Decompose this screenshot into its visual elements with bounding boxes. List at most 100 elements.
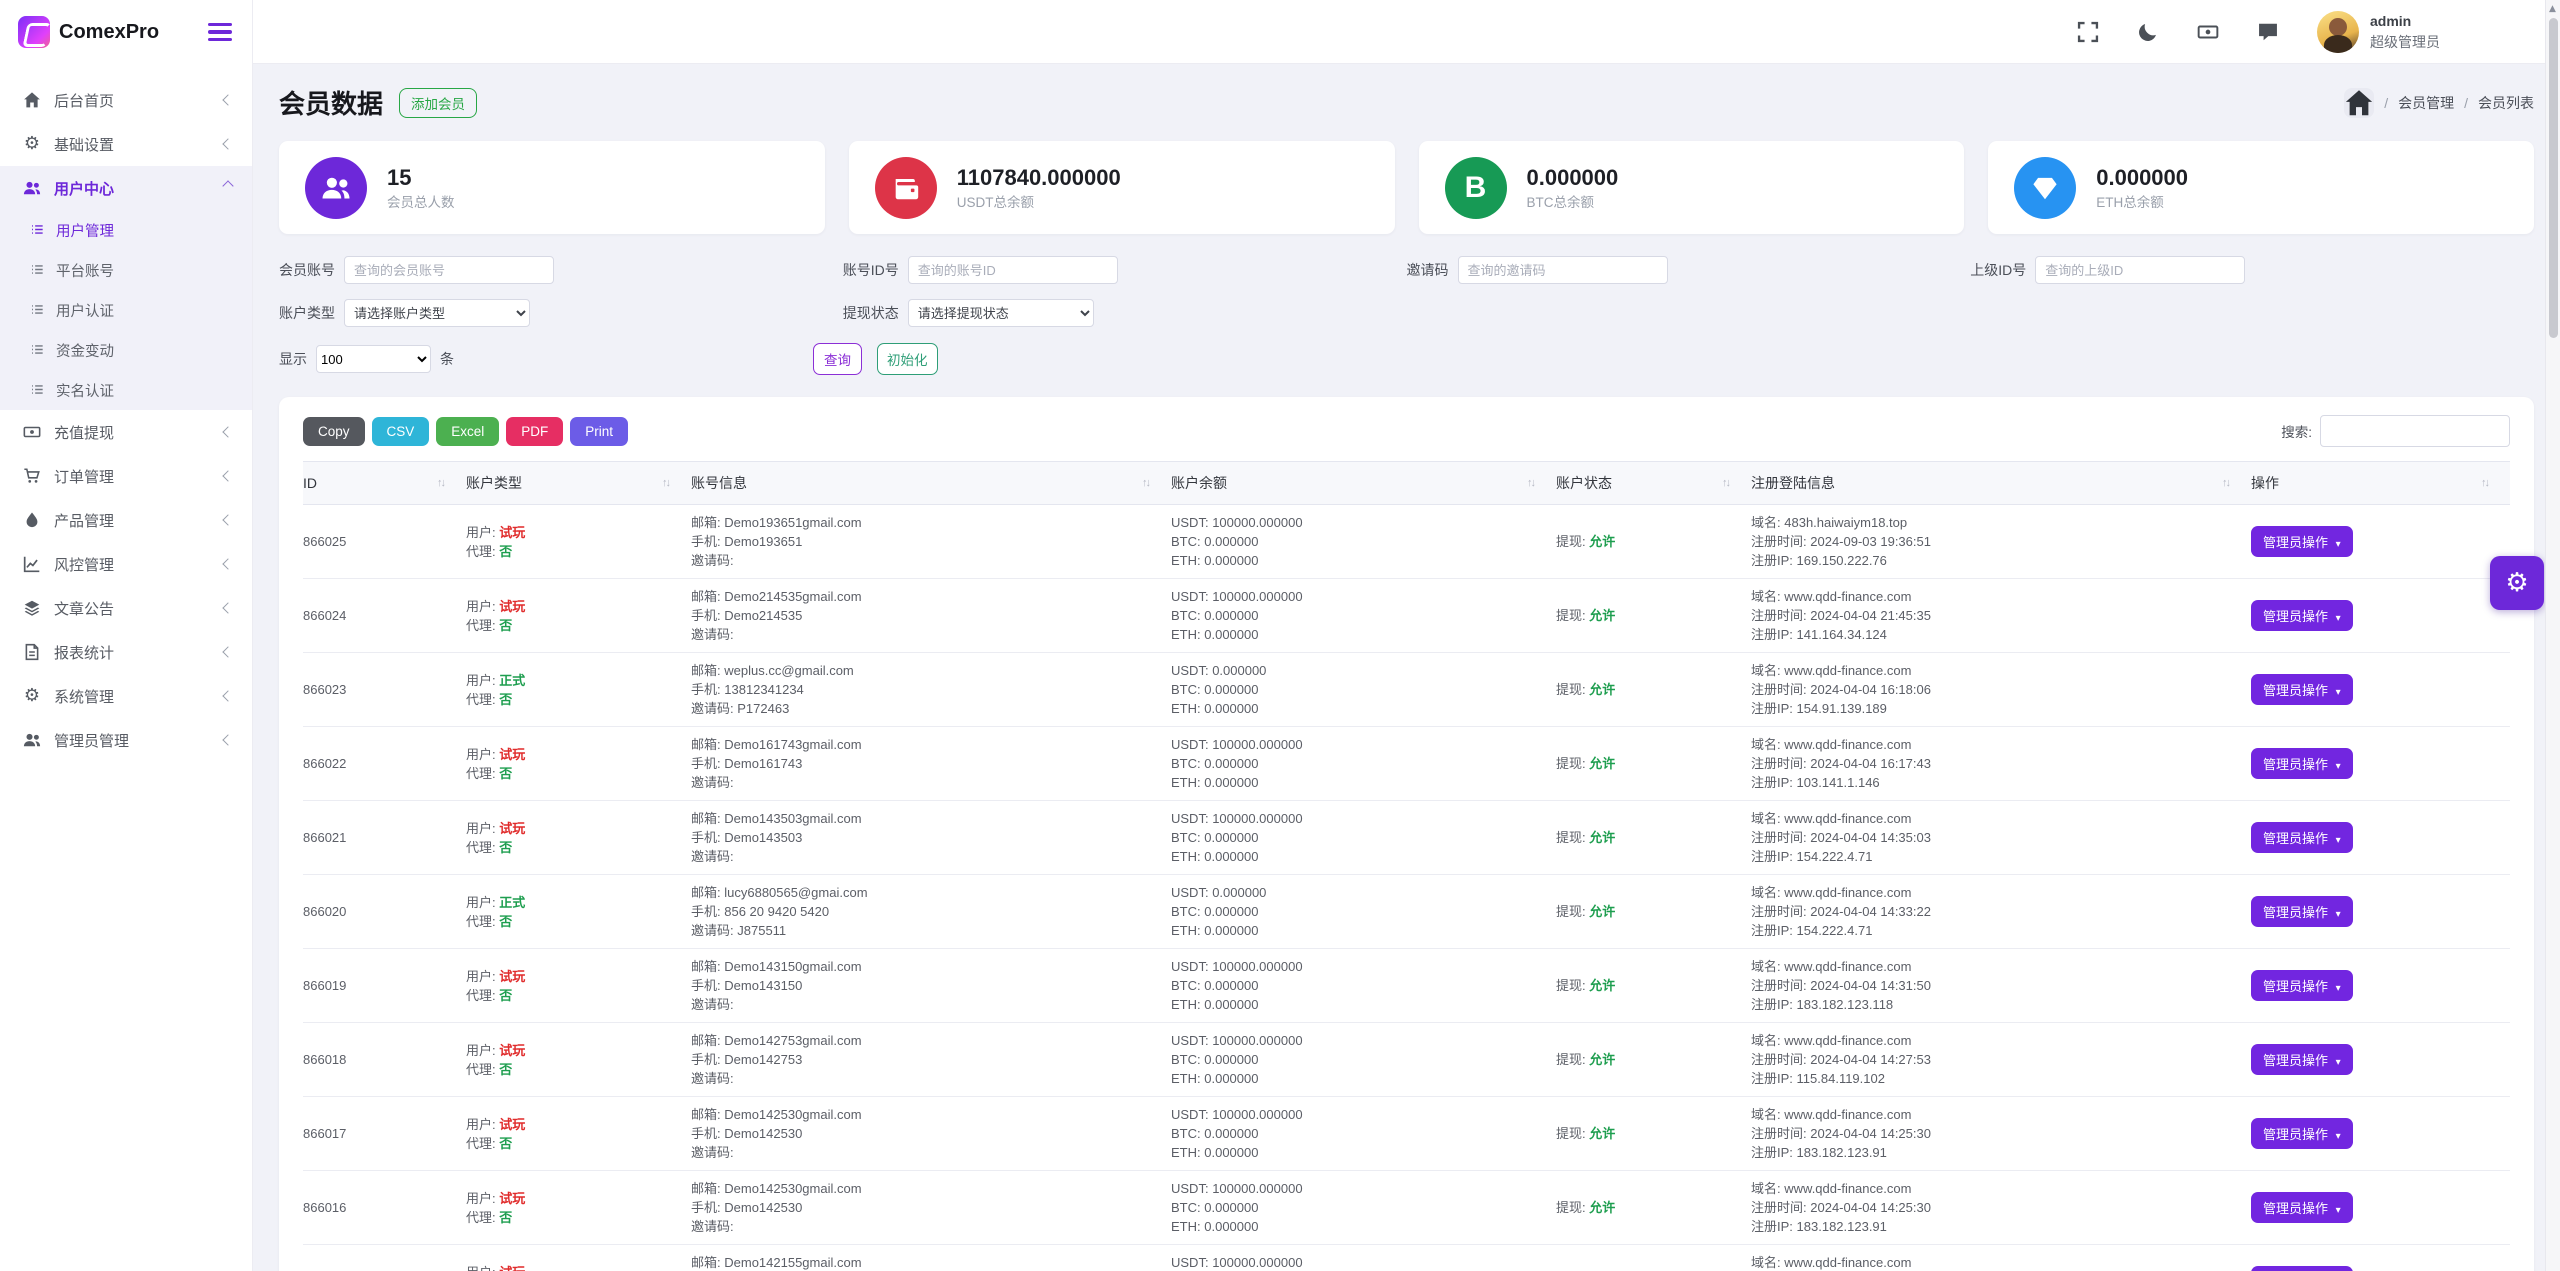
sort-icon[interactable]: ↑↓: [2481, 477, 2490, 489]
sidebar-subitem-平台账号[interactable]: 平台账号: [0, 250, 252, 290]
cell-id: 866022: [303, 756, 347, 771]
sort-icon[interactable]: ↑↓: [437, 477, 446, 489]
cell-status: 提现: 允许: [1556, 1052, 1616, 1067]
sidebar-item-风控管理[interactable]: 风控管理: [0, 542, 252, 586]
sidebar-item-管理员管理[interactable]: 管理员管理: [0, 718, 252, 762]
users-icon: [22, 730, 42, 750]
reset-button[interactable]: 初始化: [877, 343, 938, 375]
sidebar-item-用户中心[interactable]: 用户中心: [0, 166, 252, 210]
column-header-账户状态[interactable]: 账户状态 ↑↓: [1556, 473, 1751, 493]
cell-account-type: 用户: 试玩 代理: 否: [466, 746, 526, 781]
admin-actions-button[interactable]: 管理员操作 ▾: [2251, 1044, 2353, 1075]
export-csv-button[interactable]: CSV: [371, 416, 430, 446]
stat-cards: 15 会员总人数 1107840.000000 USDT总余额 B 0.0000…: [279, 141, 2534, 234]
table-header: ID ↑↓ 账户类型 ↑↓ 账号信息 ↑↓ 账户余额 ↑↓ 账户状态 ↑↓ 注册登陆信息 ↑↓ 操作 ↑↓: [303, 461, 2510, 505]
sidebar: ComexPro 后台首页 ⚙ 基础设置 用户中心 用户管理 平台账号 用户认证 资金变动 实名…: [0, 0, 253, 1271]
sort-icon[interactable]: ↑↓: [1142, 477, 1151, 489]
query-button[interactable]: 查询: [813, 343, 862, 375]
cell-status: 提现: 允许: [1556, 904, 1616, 919]
sidebar-item-后台首页[interactable]: 后台首页: [0, 78, 252, 122]
column-header-账户余额[interactable]: 账户余额 ↑↓: [1171, 473, 1556, 493]
chevron-left-icon: [222, 558, 234, 570]
sidebar-subitem-用户认证[interactable]: 用户认证: [0, 290, 252, 330]
table-row: 866016 用户: 试玩 代理: 否 邮箱: Demo142530gmail.…: [303, 1171, 2510, 1245]
page-size-select[interactable]: 100: [316, 345, 431, 373]
cell-actions: 管理员操作 ▾: [2251, 600, 2510, 631]
stat-label: USDT总余额: [956, 195, 1034, 211]
column-header-ID[interactable]: ID ↑↓: [303, 475, 466, 491]
page-scrollbar[interactable]: ▲: [2545, 0, 2560, 1271]
home-icon[interactable]: [2344, 87, 2375, 118]
column-header-操作[interactable]: 操作 ↑↓: [2251, 473, 2510, 493]
sidebar-item-报表统计[interactable]: 报表统计: [0, 630, 252, 674]
sort-icon[interactable]: ↑↓: [662, 477, 671, 489]
settings-gear-button[interactable]: ⚙: [2490, 556, 2544, 610]
member-account-input[interactable]: [344, 256, 554, 284]
breadcrumb-member-list[interactable]: 会员列表: [2478, 93, 2534, 113]
admin-actions-button[interactable]: 管理员操作 ▾: [2251, 748, 2353, 779]
withdraw-status-select[interactable]: 请选择提现状态: [907, 299, 1094, 327]
brand-logo[interactable]: ComexPro: [18, 16, 159, 48]
cell-register-info: 域名: www.qdd-finance.com 注册时间: 2024-04-04…: [1751, 1033, 1931, 1086]
cell-status: 提现: 允许: [1556, 608, 1616, 623]
account-type-select[interactable]: 请选择账户类型: [344, 299, 530, 327]
sort-icon[interactable]: ↑↓: [2222, 477, 2231, 489]
admin-actions-button[interactable]: 管理员操作 ▾: [2251, 896, 2353, 927]
admin-actions-button[interactable]: 管理员操作 ▾: [2251, 1266, 2353, 1271]
export-print-button[interactable]: Print: [570, 416, 629, 446]
sidebar-item-充值提现[interactable]: 充值提现: [0, 410, 252, 454]
user-name: admin: [2370, 13, 2412, 30]
export-copy-button[interactable]: Copy: [303, 416, 365, 446]
admin-actions-button[interactable]: 管理员操作 ▾: [2251, 674, 2353, 705]
column-header-账号信息[interactable]: 账号信息 ↑↓: [691, 473, 1171, 493]
cell-account-type: 用户: 正式 代理: 否: [466, 672, 526, 707]
user-menu[interactable]: admin 超级管理员: [2317, 10, 2440, 53]
invite-code-input[interactable]: [1457, 256, 1668, 284]
sidebar-item-基础设置[interactable]: ⚙ 基础设置: [0, 122, 252, 166]
admin-actions-button[interactable]: 管理员操作 ▾: [2251, 1192, 2353, 1223]
report-icon: [22, 642, 42, 662]
moon-icon[interactable]: [2137, 21, 2159, 43]
sort-icon[interactable]: ↑↓: [1722, 477, 1731, 489]
sidebar-item-系统管理[interactable]: ⚙ 系统管理: [0, 674, 252, 718]
show-suffix: 条: [440, 351, 454, 367]
export-excel-button[interactable]: Excel: [436, 416, 500, 446]
sidebar-item-订单管理[interactable]: 订单管理: [0, 454, 252, 498]
add-member-button[interactable]: 添加会员: [399, 87, 478, 118]
sort-icon[interactable]: ↑↓: [1527, 477, 1536, 489]
cell-balance: USDT: 100000.000000 BTC: 0.000000 ETH: 0…: [1171, 737, 1303, 790]
cell-actions: 管理员操作 ▾: [2251, 822, 2510, 853]
sidebar-item-产品管理[interactable]: 产品管理: [0, 498, 252, 542]
cell-balance: USDT: 100000.000000 BTC: 0.000000 ETH: 0…: [1171, 1255, 1303, 1270]
chat-icon[interactable]: [2257, 21, 2279, 43]
sidebar-item-文章公告[interactable]: 文章公告: [0, 586, 252, 630]
parent-id-input[interactable]: [2035, 256, 2246, 284]
sidebar-subitem-实名认证[interactable]: 实名认证: [0, 370, 252, 410]
avatar[interactable]: [2317, 10, 2359, 53]
sidebar-subitem-资金变动[interactable]: 资金变动: [0, 330, 252, 370]
breadcrumb: / 会员管理 / 会员列表: [2344, 87, 2534, 118]
column-header-账户类型[interactable]: 账户类型 ↑↓: [466, 473, 691, 493]
member-account-label: 会员账号: [279, 262, 335, 278]
table-search-input[interactable]: [2320, 415, 2510, 447]
admin-actions-button[interactable]: 管理员操作 ▾: [2251, 1118, 2353, 1149]
column-header-注册登陆信息[interactable]: 注册登陆信息 ↑↓: [1751, 473, 2251, 493]
stat-value: 1107840.000000: [956, 164, 1121, 190]
list-icon: [30, 262, 46, 278]
fullscreen-icon[interactable]: [2077, 21, 2099, 43]
drop-icon: [22, 510, 42, 530]
admin-actions-button[interactable]: 管理员操作 ▾: [2251, 970, 2353, 1001]
admin-actions-button[interactable]: 管理员操作 ▾: [2251, 526, 2353, 557]
admin-actions-button[interactable]: 管理员操作 ▾: [2251, 822, 2353, 853]
scroll-up-icon[interactable]: ▲: [2549, 4, 2556, 14]
export-pdf-button[interactable]: PDF: [506, 416, 564, 446]
cash-icon[interactable]: [2197, 21, 2219, 43]
breadcrumb-member-management[interactable]: 会员管理: [2398, 93, 2454, 113]
menu-toggle-icon[interactable]: [208, 22, 232, 42]
sidebar-subitem-用户管理[interactable]: 用户管理: [0, 210, 252, 250]
account-id-input[interactable]: [907, 256, 1118, 284]
table-row: 866020 用户: 正式 代理: 否 邮箱: lucy6880565@gmai…: [303, 875, 2510, 949]
admin-actions-button[interactable]: 管理员操作 ▾: [2251, 600, 2353, 631]
cell-balance: USDT: 100000.000000 BTC: 0.000000 ETH: 0…: [1171, 589, 1303, 642]
scrollbar-thumb[interactable]: [2548, 18, 2558, 338]
